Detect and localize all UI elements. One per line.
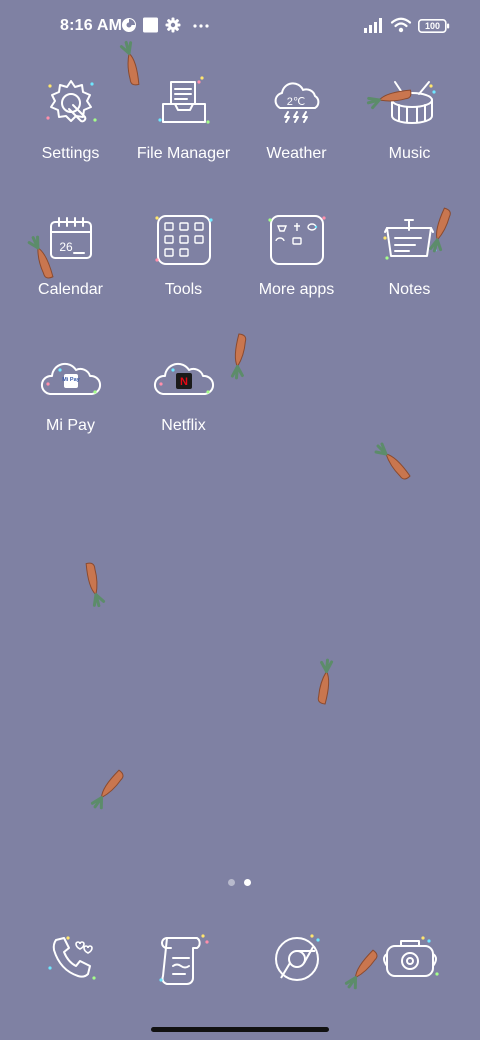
- more-apps-folder-icon: [266, 208, 328, 270]
- app-label: Mi Pay: [46, 417, 95, 434]
- app-label: Netflix: [161, 417, 206, 434]
- carrot-icon: [61, 549, 127, 615]
- weather-icon: 2℃: [266, 72, 328, 134]
- netflix-icon: N: [153, 344, 215, 406]
- carrot-icon: [82, 760, 138, 816]
- carrot-icon: [370, 440, 418, 488]
- app-label: Music: [388, 145, 431, 162]
- settings-gear-icon: [165, 17, 181, 33]
- app-label: Tools: [164, 281, 203, 298]
- battery-icon: 100: [418, 19, 450, 33]
- battery-level: 100: [424, 21, 441, 31]
- app-music[interactable]: Music: [353, 60, 466, 180]
- page-dot-1[interactable]: [228, 879, 235, 886]
- browser-icon: [266, 928, 328, 990]
- home-indicator-bar[interactable]: [151, 1027, 329, 1032]
- dock-camera[interactable]: [353, 920, 466, 1040]
- messages-scroll-icon: [153, 928, 215, 990]
- more-dots-icon: [192, 17, 210, 33]
- page-indicator[interactable]: [0, 878, 480, 888]
- phone-icon: [40, 928, 102, 990]
- file-manager-icon: [153, 72, 215, 134]
- carrot-icon: [290, 650, 358, 718]
- app-label: File Manager: [136, 145, 231, 162]
- dock-messages[interactable]: [127, 920, 240, 1040]
- settings-icon: [40, 72, 102, 134]
- status-time: 8:16 AM: [60, 17, 123, 34]
- app-tools[interactable]: Tools: [127, 196, 240, 316]
- app-label: Notes: [388, 281, 431, 298]
- page-dot-2-active[interactable]: [244, 879, 251, 886]
- status-bar: 8:16 AM 100: [0, 0, 480, 56]
- camera-icon: [379, 928, 441, 990]
- dock-phone[interactable]: [14, 920, 127, 1040]
- wifi-icon: [390, 17, 412, 33]
- app-weather[interactable]: 2℃ Weather: [240, 60, 353, 180]
- dock-browser[interactable]: [240, 920, 353, 1040]
- square-notification-icon: [143, 17, 158, 33]
- app-more-apps[interactable]: More apps: [240, 196, 353, 316]
- tools-folder-icon: [153, 208, 215, 270]
- app-label: Settings: [41, 145, 100, 162]
- netflix-logo-text: N: [180, 376, 188, 388]
- app-label: Calendar: [38, 281, 103, 298]
- app-mi-pay[interactable]: Mi Pay Mi Pay: [14, 332, 127, 452]
- signal-bars-icon: [364, 17, 386, 33]
- app-label: Weather: [266, 145, 327, 162]
- mi-pay-logo-text: Mi Pay: [62, 377, 80, 383]
- mi-pay-icon: Mi Pay: [40, 344, 102, 406]
- dock: [0, 920, 480, 1000]
- weather-temp-text: 2℃: [287, 96, 305, 108]
- app-label: More apps: [258, 281, 335, 298]
- data-saver-icon: [121, 17, 137, 33]
